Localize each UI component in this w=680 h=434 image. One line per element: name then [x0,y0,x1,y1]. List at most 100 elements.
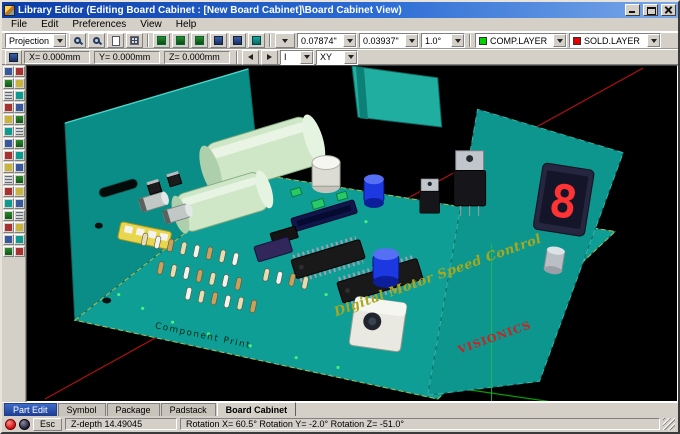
tool-button[interactable] [3,138,14,149]
resize-grip[interactable] [663,418,675,430]
menu-edit[interactable]: Edit [34,18,65,31]
zoom-in-button[interactable] [69,33,86,48]
zoom-out-icon [93,37,100,44]
tab-padstack[interactable]: Padstack [161,403,216,416]
main-area: 8 Digital Motor Speed Control VISIONICS … [2,65,678,402]
menu-file[interactable]: File [4,18,34,31]
axis-select-combo[interactable]: I [280,50,314,65]
tool-button[interactable] [14,114,25,125]
tool-button[interactable] [14,66,25,77]
rotate-view-button[interactable] [210,33,227,48]
tool-button[interactable] [3,222,14,233]
tool-button[interactable] [14,102,25,113]
tool-button[interactable] [14,174,25,185]
origin-icon [9,53,18,62]
chevron-down-icon[interactable] [344,51,357,64]
arrow-right-icon [267,54,272,60]
chevron-down-icon [282,39,288,43]
tool-button[interactable] [14,186,25,197]
view-front-button[interactable] [153,33,170,48]
plane-select-combo[interactable]: XY [316,50,358,65]
chevron-down-icon[interactable] [647,34,660,47]
tool-button[interactable] [14,126,25,137]
tool-button[interactable] [3,102,14,113]
tool-button[interactable] [14,138,25,149]
toolbar-coords: X= 0.000mm Y= 0.000mm Z= 0.000mm I XY [2,49,678,65]
tool-button[interactable] [3,210,14,221]
tool-button[interactable] [3,234,14,245]
projection-select[interactable]: Projection [5,33,67,48]
tool-button[interactable] [14,78,25,89]
zoom-extents-button[interactable] [107,33,124,48]
origin-button[interactable] [5,50,22,65]
view-front-icon [157,36,166,45]
tab-part-edit[interactable]: Part Edit [4,403,57,416]
tool-button[interactable] [14,246,25,257]
view-top-button[interactable] [172,33,189,48]
tab-board-cabinet[interactable]: Board Cabinet [217,402,297,416]
stop-status-icon[interactable] [19,419,30,430]
tool-button[interactable] [3,186,14,197]
y-coordinate-readout: Y= 0.000mm [94,51,160,64]
board-cabinet-scene[interactable]: 8 Digital Motor Speed Control VISIONICS … [27,66,677,401]
close-button[interactable] [661,4,676,16]
toolbar-separator [147,34,149,47]
toolbar-separator [469,34,471,47]
tool-button[interactable] [3,126,14,137]
sold-layer-combo[interactable]: SOLD.LAYER [569,33,661,48]
units-dropdown-button[interactable] [275,33,295,48]
chevron-down-icon[interactable] [405,34,418,47]
titlebar[interactable]: Library Editor (Editing Board Cabinet : … [2,2,678,18]
grid-spacing-combo[interactable]: 0.07874" [297,33,357,48]
tool-button[interactable] [14,222,25,233]
zoom-out-button[interactable] [88,33,105,48]
step-back-button[interactable] [242,50,259,65]
tool-button[interactable] [14,198,25,209]
tab-bar: Part Edit Symbol Package Padstack Board … [2,402,678,416]
menu-view[interactable]: View [133,18,169,31]
chevron-down-icon[interactable] [300,51,313,64]
view-side-icon [195,36,204,45]
record-status-icon[interactable] [5,419,16,430]
z-coordinate-readout: Z= 0.000mm [164,51,230,64]
transistor-to220-small [420,179,440,213]
zoom-in-icon [74,37,81,44]
tool-button[interactable] [3,90,14,101]
menu-help[interactable]: Help [169,18,204,31]
angle-step-combo[interactable]: 1.0° [421,33,465,48]
tool-button[interactable] [3,114,14,125]
render-mode-button[interactable] [248,33,265,48]
chevron-down-icon[interactable] [53,34,66,47]
tool-button[interactable] [14,150,25,161]
menu-preferences[interactable]: Preferences [65,18,133,31]
tool-button[interactable] [14,234,25,245]
view-side-button[interactable] [191,33,208,48]
chevron-down-icon[interactable] [553,34,566,47]
comp-layer-combo[interactable]: COMP.LAYER [475,33,567,48]
tool-button[interactable] [3,150,14,161]
chevron-down-icon[interactable] [451,34,464,47]
tool-button[interactable] [3,246,14,257]
step-forward-button[interactable] [261,50,278,65]
tool-button[interactable] [3,78,14,89]
minimize-button[interactable] [625,4,640,16]
esc-button[interactable]: Esc [33,418,62,431]
tab-package[interactable]: Package [107,403,160,416]
view-3d-canvas[interactable]: 8 Digital Motor Speed Control VISIONICS … [26,65,678,402]
tool-button[interactable] [3,174,14,185]
tab-symbol[interactable]: Symbol [58,403,106,416]
tool-button[interactable] [14,90,25,101]
tool-button[interactable] [3,66,14,77]
tool-button[interactable] [3,162,14,173]
maximize-button[interactable] [643,4,658,16]
tool-button[interactable] [14,162,25,173]
zdepth-readout: Z-depth 14.49045 [65,418,177,430]
app-icon [4,5,15,16]
pan-view-button[interactable] [229,33,246,48]
grid-toggle-button[interactable] [126,33,143,48]
tool-button[interactable] [3,198,14,209]
tool-button[interactable] [14,210,25,221]
menubar: File Edit Preferences View Help [2,18,678,32]
chevron-down-icon[interactable] [343,34,356,47]
snap-spacing-combo[interactable]: 0.03937" [359,33,419,48]
